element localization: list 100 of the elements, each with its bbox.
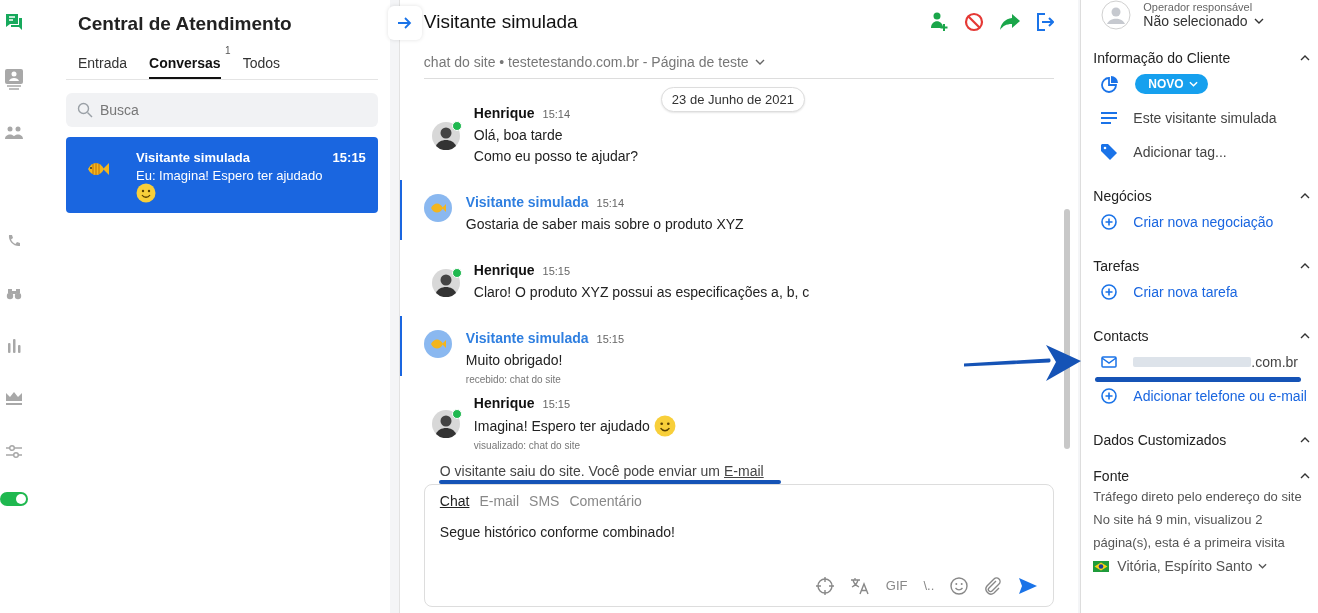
contact-name: Visitante simulada xyxy=(136,150,250,165)
channel-tab[interactable]: SMS xyxy=(529,492,560,510)
author-name: Henrique xyxy=(473,105,535,122)
plus-circle-icon[interactable] xyxy=(1101,214,1118,230)
plus-circle-icon[interactable] xyxy=(1101,388,1118,404)
location-dropdown[interactable]: Vitória, Espírito Santo xyxy=(1117,558,1268,574)
block-icon[interactable] xyxy=(964,12,985,33)
plus-circle-icon[interactable] xyxy=(1101,284,1118,300)
collapse-chevron-icon[interactable] xyxy=(1300,437,1310,443)
collapse-chevron-icon[interactable] xyxy=(1300,193,1310,199)
gif-button[interactable]: GIF xyxy=(885,578,908,594)
phone-nav-icon[interactable] xyxy=(7,234,21,248)
message-preview: Eu: Imagina! Espero ter ajudado xyxy=(136,168,324,183)
section-title: Negócios xyxy=(1093,188,1152,204)
avatar xyxy=(431,268,460,297)
chevron-down-icon xyxy=(1188,81,1198,87)
people-nav-icon[interactable] xyxy=(5,126,23,140)
message-time: 15:15 xyxy=(542,398,571,411)
arrow-right-icon xyxy=(397,17,412,29)
collapse-chevron-icon[interactable] xyxy=(1300,333,1310,339)
text-lines-icon xyxy=(1101,112,1118,124)
channel-tab[interactable]: E-mail xyxy=(479,492,520,510)
message-text: Gostaria de saber mais sobre o produto XYZ xyxy=(465,215,744,235)
message-time: 15:15 xyxy=(596,333,625,346)
binoculars-nav-icon[interactable] xyxy=(6,287,22,300)
delivery-status: recebido: chat do site xyxy=(465,373,562,388)
message-text: Muito obrigado! xyxy=(465,351,563,371)
add-link[interactable]: Criar nova tarefa xyxy=(1133,284,1238,300)
message-marker xyxy=(399,316,402,377)
collapse-chevron-icon[interactable] xyxy=(1300,473,1310,479)
message-text: Olá, boa tarde xyxy=(473,126,563,146)
crosshair-icon[interactable] xyxy=(815,577,834,595)
message-time: 15:14 xyxy=(542,108,571,121)
add-tag-link[interactable]: Adicionar tag... xyxy=(1133,144,1227,160)
message-time: 15:14 xyxy=(596,197,625,210)
add-person-icon[interactable] xyxy=(930,12,949,33)
pie-chart-icon xyxy=(1101,75,1120,93)
chat-nav-icon[interactable] xyxy=(4,12,24,32)
email-address: .com.br xyxy=(1251,354,1298,370)
status-dropdown[interactable]: NOVO xyxy=(1135,74,1208,94)
notice-text: O visitante saiu do site. Você pode enviar um xyxy=(439,462,720,479)
operator-dropdown[interactable]: Não selecionado xyxy=(1143,13,1264,29)
visitor-avatar xyxy=(423,194,452,223)
scrollbar-thumb[interactable] xyxy=(1064,209,1071,450)
chevron-down-icon xyxy=(1253,18,1264,24)
snippet-button[interactable]: \.. xyxy=(923,578,935,594)
panel-title: Central de Atendimento xyxy=(78,13,293,35)
channel-tab[interactable]: Chat xyxy=(439,492,470,510)
forward-icon[interactable] xyxy=(1000,13,1021,32)
message-marker xyxy=(399,180,402,241)
add-link[interactable]: Adicionar telefone ou e-mail xyxy=(1133,388,1307,404)
message-time: 15:15 xyxy=(332,150,366,165)
inbox-tab[interactable]: Entrada xyxy=(78,51,128,79)
status-toggle[interactable] xyxy=(0,492,28,506)
section-title: Contacts xyxy=(1093,328,1149,344)
chat-title: Visitante simulada xyxy=(423,11,578,34)
crown-nav-icon[interactable] xyxy=(6,392,22,405)
contact-nav-icon[interactable] xyxy=(4,68,24,90)
section-title: Informação do Cliente xyxy=(1093,50,1231,66)
visitor-avatar xyxy=(423,330,452,359)
chat-source: chat do site • testetestando.com.br - Página de teste xyxy=(423,53,749,70)
author-name: Henrique xyxy=(473,395,535,412)
collapse-chevron-icon[interactable] xyxy=(1300,263,1310,269)
inbox-tab[interactable]: Todos xyxy=(242,51,280,79)
section-title: Tarefas xyxy=(1093,258,1140,274)
send-icon[interactable] xyxy=(1018,577,1039,595)
message-text: Imagina! Espero ter ajudado xyxy=(473,416,650,436)
message-text: Claro! O produto XYZ possui as especificações a, b, c xyxy=(473,283,810,303)
inbox-tab[interactable]: Conversas xyxy=(149,51,221,79)
flag-icon xyxy=(1093,560,1110,572)
field-label: Operador responsável xyxy=(1143,1,1254,13)
collapse-button[interactable] xyxy=(387,6,422,40)
exit-icon[interactable] xyxy=(1036,12,1055,33)
chevron-down-icon[interactable] xyxy=(754,58,765,65)
author-name: Visitante simulada xyxy=(465,330,589,347)
translate-icon[interactable] xyxy=(849,577,870,595)
paperclip-icon[interactable] xyxy=(984,577,1003,595)
envelope-icon xyxy=(1101,356,1118,368)
avatar xyxy=(431,122,460,151)
description-text: Este visitante simulada xyxy=(1133,110,1277,126)
avatar xyxy=(431,410,460,439)
info-text: No site há 9 min, visualizou 2 página(s), esta é a primeira visita xyxy=(1093,511,1286,552)
collapse-chevron-icon[interactable] xyxy=(1300,55,1310,61)
author-name: Henrique xyxy=(473,262,535,279)
sliders-nav-icon[interactable] xyxy=(6,444,22,459)
add-link[interactable]: Criar nova negociação xyxy=(1133,214,1274,230)
section-title: Dados Customizados xyxy=(1093,432,1227,448)
date-chip: 23 de Junho de 2021 xyxy=(660,87,805,113)
section-title: Fonte xyxy=(1093,468,1130,484)
chevron-down-icon xyxy=(1258,563,1268,569)
author-name: Visitante simulada xyxy=(465,194,589,211)
chart-nav-icon[interactable] xyxy=(7,339,21,353)
info-text: Tráfego direto pelo endereço do site xyxy=(1093,487,1302,506)
channel-tab[interactable]: Comentário xyxy=(569,492,642,510)
tag-icon xyxy=(1101,144,1118,160)
smiley-icon[interactable] xyxy=(950,577,969,595)
conversation-item[interactable]: Visitante simulada 15:15 Eu: Imagina! Espero ter ajudado xyxy=(66,137,378,213)
search-field[interactable]: Busca xyxy=(66,93,378,127)
count-label: 1 xyxy=(225,45,231,56)
email-link[interactable]: E-mail xyxy=(724,462,764,479)
